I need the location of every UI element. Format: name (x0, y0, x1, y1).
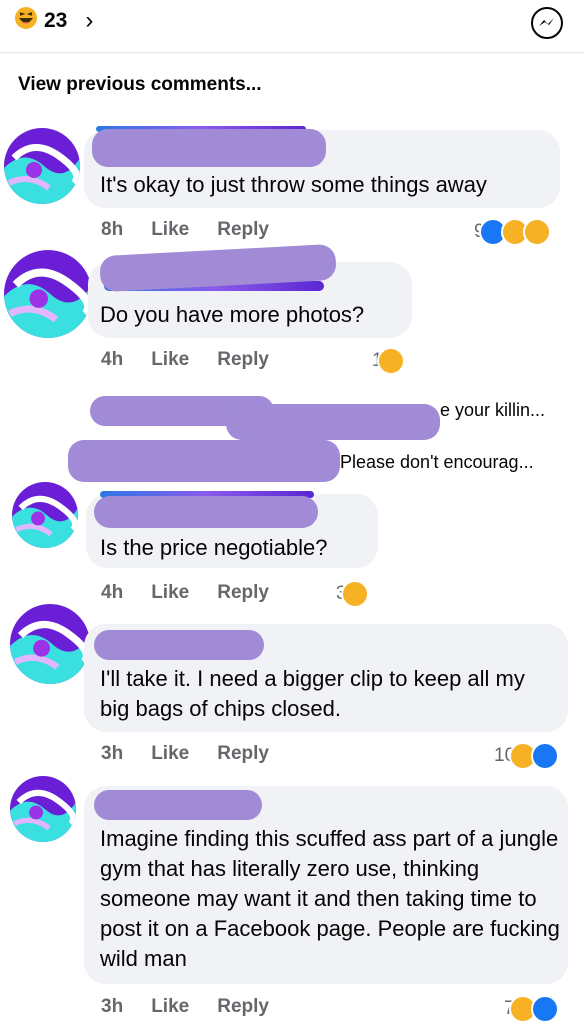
messenger-icon[interactable] (529, 5, 565, 41)
view-previous-comments-link[interactable]: View previous comments... (18, 74, 262, 96)
like-reaction-icon (530, 995, 559, 1023)
post-reaction-count: 23 (44, 9, 68, 32)
reply-button[interactable]: Reply (217, 219, 269, 241)
comment-text: Imagine finding this scuffed ass part of… (100, 826, 560, 971)
comment-reactions[interactable]: 3 (336, 580, 369, 608)
like-button[interactable]: Like (151, 349, 189, 371)
reply-button[interactable]: Reply (217, 743, 269, 765)
reply-button[interactable]: Reply (217, 349, 269, 371)
comment-time: 4h (101, 349, 124, 370)
redacted-commenter-name (94, 790, 262, 820)
care-reaction-icon (522, 218, 551, 246)
avatar[interactable] (10, 776, 76, 842)
comment-actions: 8h Like Reply (101, 219, 269, 241)
like-button[interactable]: Like (151, 219, 189, 241)
comment-text: Is the price negotiable? (100, 535, 328, 560)
like-button[interactable]: Like (151, 582, 189, 604)
comment-reactions[interactable]: 10 (494, 742, 560, 770)
comment-time: 8h (101, 219, 124, 240)
redacted-reply-author (68, 440, 340, 482)
chevron-right-icon[interactable]: › (85, 7, 93, 35)
comment-reactions[interactable]: 1 (372, 347, 405, 375)
reply-button[interactable]: Reply (217, 996, 269, 1018)
redacted-commenter-name (94, 496, 318, 528)
redacted-reply-author (226, 404, 440, 440)
haha-reaction-icon (376, 347, 405, 375)
haha-reaction-icon (340, 580, 369, 608)
comment-actions: 3h Like Reply (101, 996, 269, 1018)
reply-button[interactable]: Reply (217, 582, 269, 604)
avatar[interactable] (12, 482, 78, 548)
comment-text: Do you have more photos? (100, 302, 365, 327)
reply-preview[interactable]: Please don't encourag... (340, 452, 534, 473)
comment-reactions[interactable]: 9 (474, 218, 551, 246)
comment-actions: 4h Like Reply (101, 349, 269, 371)
like-button[interactable]: Like (151, 743, 189, 765)
comment-text: It's okay to just throw some things away (100, 172, 487, 197)
avatar[interactable] (4, 128, 80, 204)
haha-emoji-icon (14, 6, 38, 36)
redacted-commenter-name (94, 630, 264, 660)
comment-text: I'll take it. I need a bigger clip to ke… (100, 666, 525, 721)
comment-time: 3h (101, 996, 124, 1017)
comment-actions: 3h Like Reply (101, 743, 269, 765)
reply-preview[interactable]: e your killin... (440, 400, 545, 421)
redacted-commenter-name (92, 129, 326, 167)
post-reactions-summary[interactable]: 23 › (14, 6, 93, 36)
avatar[interactable] (10, 604, 90, 684)
like-reaction-icon (531, 742, 560, 770)
comment-actions: 4h Like Reply (101, 582, 269, 604)
like-button[interactable]: Like (151, 996, 189, 1018)
comment-reactions[interactable]: 7 (504, 995, 559, 1023)
comment-time: 3h (101, 743, 124, 764)
avatar[interactable] (4, 250, 92, 338)
comment-time: 4h (101, 582, 124, 603)
